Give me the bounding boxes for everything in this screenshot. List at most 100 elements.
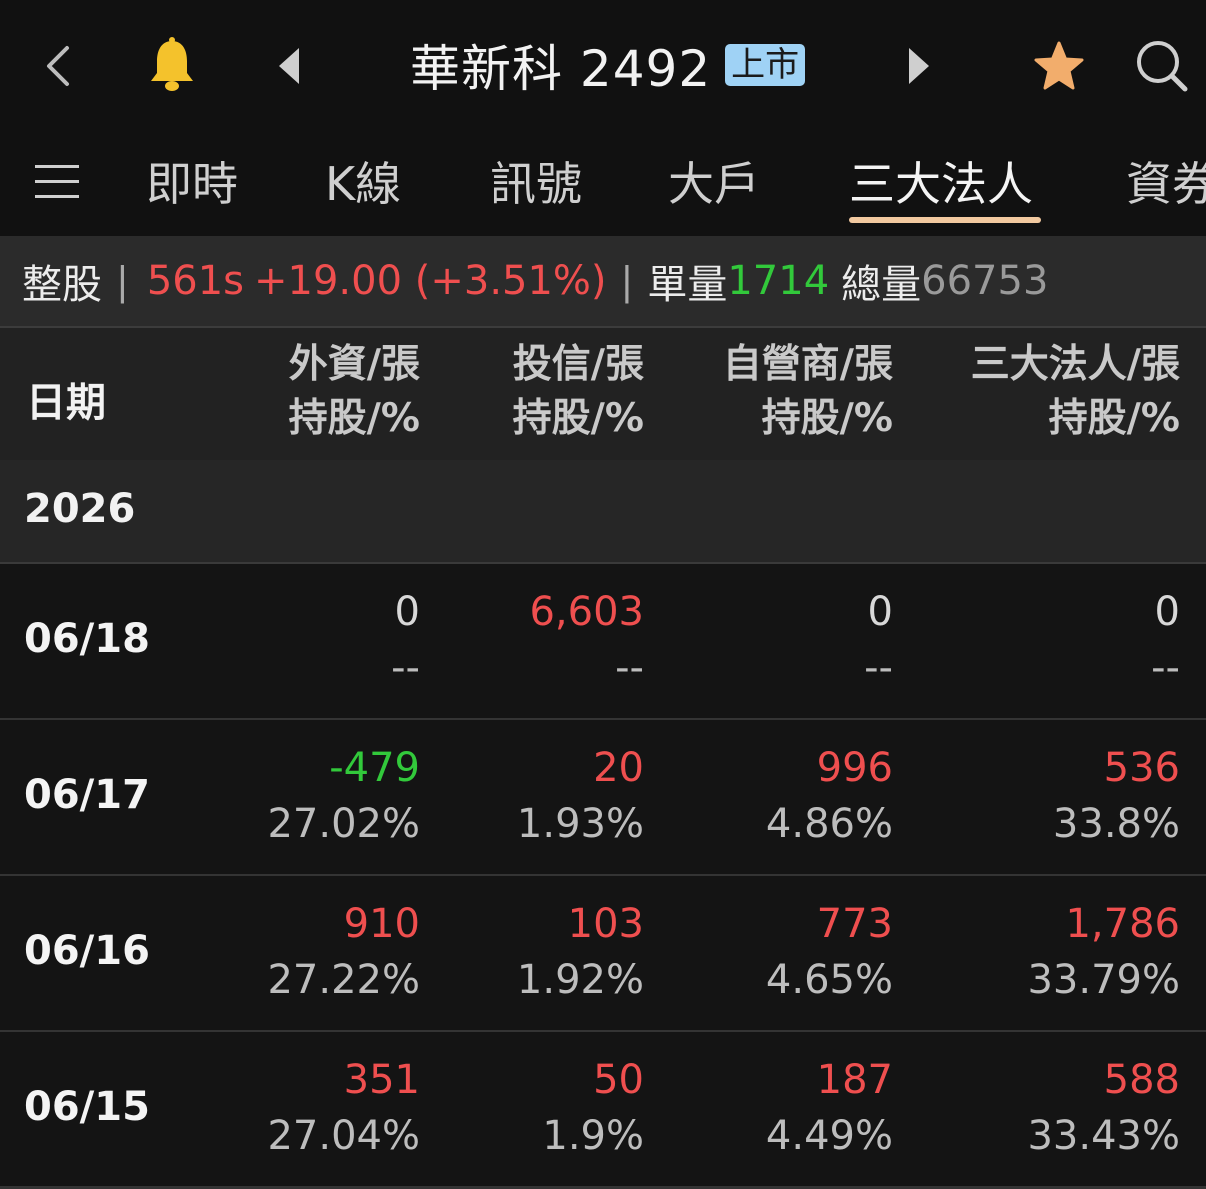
foreign-net-shares: 0 xyxy=(394,589,420,635)
foreign-header-line2: 持股/% xyxy=(288,396,420,441)
table-row[interactable]: 06/18 0 -- 6,603 -- 0 -- 0 -- xyxy=(0,564,1206,721)
trust-holding-pct: -- xyxy=(615,645,644,691)
total-net-shares: 536 xyxy=(1103,745,1180,791)
trust-header-line1: 投信/張 xyxy=(512,342,644,387)
bell-icon[interactable] xyxy=(142,34,202,96)
row-date: 06/18 xyxy=(24,616,150,662)
date-column-header[interactable]: 日期 xyxy=(26,370,106,428)
total-cell: 536 33.8% xyxy=(1053,740,1180,852)
tab-major-holders[interactable]: 大戶 xyxy=(668,148,760,214)
trust-cell: 103 1.92% xyxy=(517,896,644,1008)
table-row[interactable]: 06/17 -479 27.02% 20 1.93% 996 4.86% 536 33.8% xyxy=(0,720,1206,877)
tab-realtime[interactable]: 即時 xyxy=(146,148,238,214)
trust-holding-pct: 1.9% xyxy=(542,1113,644,1159)
year-group-row: 2026 xyxy=(0,460,1206,564)
total-net-shares: 1,786 xyxy=(1065,901,1180,947)
board-lot-label: 整股 xyxy=(22,262,102,308)
prev-triangle-icon[interactable] xyxy=(272,44,306,88)
total-column-header[interactable]: 三大法人/張 持股/% xyxy=(971,338,1180,446)
back-arrow-icon[interactable] xyxy=(36,38,80,94)
year-label: 2026 xyxy=(24,486,136,532)
foreign-header-line1: 外資/張 xyxy=(288,342,420,387)
trust-net-shares: 103 xyxy=(567,901,644,947)
row-date: 06/16 xyxy=(24,928,150,974)
market-badge: 上市 xyxy=(725,44,806,86)
dealer-cell: 187 4.49% xyxy=(766,1052,893,1164)
dealer-header-line2: 持股/% xyxy=(761,396,893,441)
total-holding-pct: -- xyxy=(1151,645,1180,691)
foreign-net-shares: -479 xyxy=(329,745,420,791)
foreign-column-header[interactable]: 外資/張 持股/% xyxy=(289,338,420,446)
tab-signal[interactable]: 訊號 xyxy=(490,148,582,214)
tab-bar: 即時 K線 訊號 大戶 三大法人 資券 xyxy=(0,130,1206,236)
total-cell: 588 33.43% xyxy=(1027,1052,1180,1164)
dealer-net-shares: 996 xyxy=(816,745,893,791)
foreign-cell: 0 -- xyxy=(391,584,420,696)
total-cell: 0 -- xyxy=(1151,584,1180,696)
total-volume: 66753 xyxy=(921,258,1049,304)
dealer-holding-pct: 4.49% xyxy=(765,1113,893,1159)
tab-institutional[interactable]: 三大法人 xyxy=(849,148,1033,214)
trust-header-line2: 持股/% xyxy=(512,396,644,441)
row-date: 06/17 xyxy=(24,772,150,818)
table-row[interactable]: 06/16 910 27.22% 103 1.92% 773 4.65% 1,786 33.79… xyxy=(0,876,1206,1033)
foreign-holding-pct: -- xyxy=(391,645,420,691)
dealer-holding-pct: -- xyxy=(864,645,893,691)
menu-icon[interactable] xyxy=(32,156,82,206)
dealer-cell: 0 -- xyxy=(864,584,893,696)
stock-title: 華新科 2492 xyxy=(410,40,712,98)
total-cell: 1,786 33.79% xyxy=(1027,896,1180,1008)
total-holding-pct: 33.8% xyxy=(1052,801,1180,847)
trust-holding-pct: 1.92% xyxy=(516,957,644,1003)
trust-cell: 50 1.9% xyxy=(542,1052,644,1164)
total-header-line2: 持股/% xyxy=(1048,396,1180,441)
total-net-shares: 0 xyxy=(1154,589,1180,635)
trust-net-shares: 50 xyxy=(593,1057,644,1103)
divider: | xyxy=(620,259,634,303)
foreign-holding-pct: 27.22% xyxy=(267,957,420,1003)
dealer-column-header[interactable]: 自營商/張 持股/% xyxy=(723,338,893,446)
top-bar: 華新科 2492 上市 xyxy=(0,0,1206,130)
foreign-cell: 910 27.22% xyxy=(267,896,420,1008)
last-price: 561s xyxy=(146,258,244,304)
total-net-shares: 588 xyxy=(1103,1057,1180,1103)
foreign-net-shares: 910 xyxy=(343,901,420,947)
single-volume-label: 單量 xyxy=(647,262,728,308)
table-header: 日期 外資/張 持股/% 投信/張 持股/% 自營商/張 持股/% 三大法人/張… xyxy=(0,328,1206,460)
total-holding-pct: 33.79% xyxy=(1027,957,1180,1003)
trust-column-header[interactable]: 投信/張 持股/% xyxy=(513,338,644,446)
tab-kline[interactable]: K線 xyxy=(325,148,401,214)
stock-title-group: 華新科 2492 上市 xyxy=(410,30,806,100)
table-row[interactable]: 06/15 351 27.04% 50 1.9% 187 4.49% 588 33.43% xyxy=(0,1032,1206,1189)
active-tab-indicator xyxy=(849,217,1041,223)
tab-margin[interactable]: 資券 xyxy=(1126,148,1206,214)
divider: | xyxy=(116,259,129,303)
foreign-holding-pct: 27.02% xyxy=(267,801,420,847)
total-header-line1: 三大法人/張 xyxy=(970,342,1180,387)
star-icon[interactable] xyxy=(1030,38,1088,94)
dealer-holding-pct: 4.65% xyxy=(765,957,893,1003)
next-triangle-icon[interactable] xyxy=(902,44,936,88)
trust-cell: 20 1.93% xyxy=(517,740,644,852)
total-volume-label: 總量 xyxy=(841,262,922,308)
dealer-holding-pct: 4.86% xyxy=(765,801,893,847)
price-change: +19.00 (+3.51%) xyxy=(254,258,607,304)
foreign-cell: -479 27.02% xyxy=(267,740,420,852)
dealer-net-shares: 773 xyxy=(816,901,893,947)
search-icon[interactable] xyxy=(1132,36,1190,94)
total-holding-pct: 33.43% xyxy=(1027,1113,1180,1159)
foreign-net-shares: 351 xyxy=(343,1057,420,1103)
dealer-header-line1: 自營商/張 xyxy=(722,342,893,387)
row-date: 06/15 xyxy=(24,1084,150,1130)
dealer-cell: 996 4.86% xyxy=(766,740,893,852)
trust-net-shares: 6,603 xyxy=(529,589,644,635)
trust-cell: 6,603 -- xyxy=(529,584,644,696)
foreign-holding-pct: 27.04% xyxy=(267,1113,420,1159)
trust-net-shares: 20 xyxy=(593,745,644,791)
dealer-net-shares: 187 xyxy=(816,1057,893,1103)
single-volume: 1714 xyxy=(727,258,830,304)
dealer-cell: 773 4.65% xyxy=(766,896,893,1008)
quote-summary: 整股 | 561s +19.00 (+3.51%) | 單量 1714 總量 6… xyxy=(0,236,1206,328)
foreign-cell: 351 27.04% xyxy=(267,1052,420,1164)
dealer-net-shares: 0 xyxy=(867,589,893,635)
